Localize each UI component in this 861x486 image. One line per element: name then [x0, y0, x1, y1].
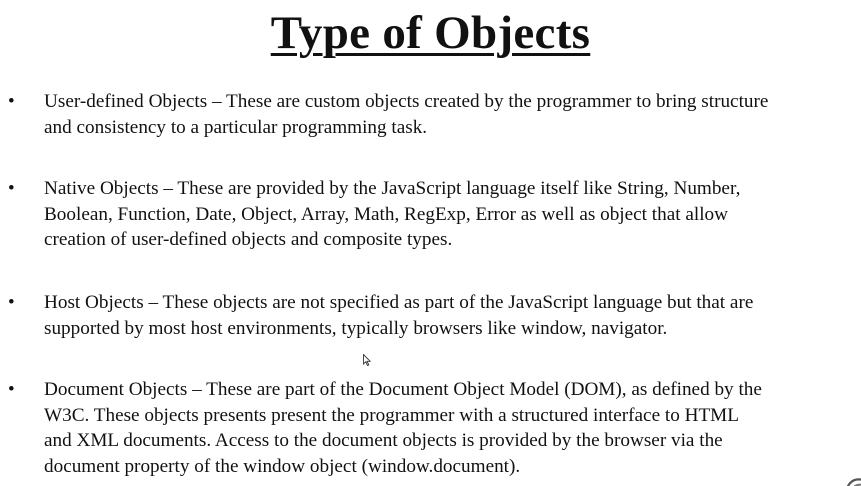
- text-line: User-defined Objects – These are custom …: [44, 91, 769, 112]
- list-item-text: Host Objects – These objects are not spe…: [44, 290, 859, 341]
- text-line: Native Objects – These are provided by t…: [44, 178, 741, 199]
- mouse-pointer-icon: [363, 354, 371, 366]
- text-line: Document Objects – These are part of the…: [44, 379, 762, 400]
- text-line: supported by most host environments, typ…: [44, 317, 668, 339]
- list-item-text: Native Objects – These are provided by t…: [44, 176, 859, 253]
- text-line: and consistency to a particular programm…: [44, 116, 428, 138]
- page-title: Type of Objects: [270, 7, 591, 59]
- slide: Type of Objects • User-defined Objects –…: [0, 0, 861, 486]
- bullet-icon: •: [8, 178, 15, 199]
- bullet-icon: •: [8, 91, 15, 112]
- list-item-text: Document Objects – These are part of the…: [44, 377, 859, 479]
- watermark-logo-icon: [846, 478, 861, 486]
- text-line: W3C. These objects presents present the …: [44, 404, 739, 426]
- text-line: creation of user-defined objects and com…: [44, 229, 453, 250]
- bullet-icon: •: [8, 292, 15, 313]
- text-line: Boolean, Function, Date, Object, Array, …: [44, 203, 728, 225]
- list-item-text: User-defined Objects – These are custom …: [44, 89, 859, 140]
- bullet-icon: •: [8, 379, 15, 400]
- text-line: document property of the window object (…: [44, 455, 521, 477]
- text-line: Host Objects – These objects are not spe…: [44, 292, 754, 313]
- text-line: and XML documents. Access to the documen…: [44, 430, 723, 451]
